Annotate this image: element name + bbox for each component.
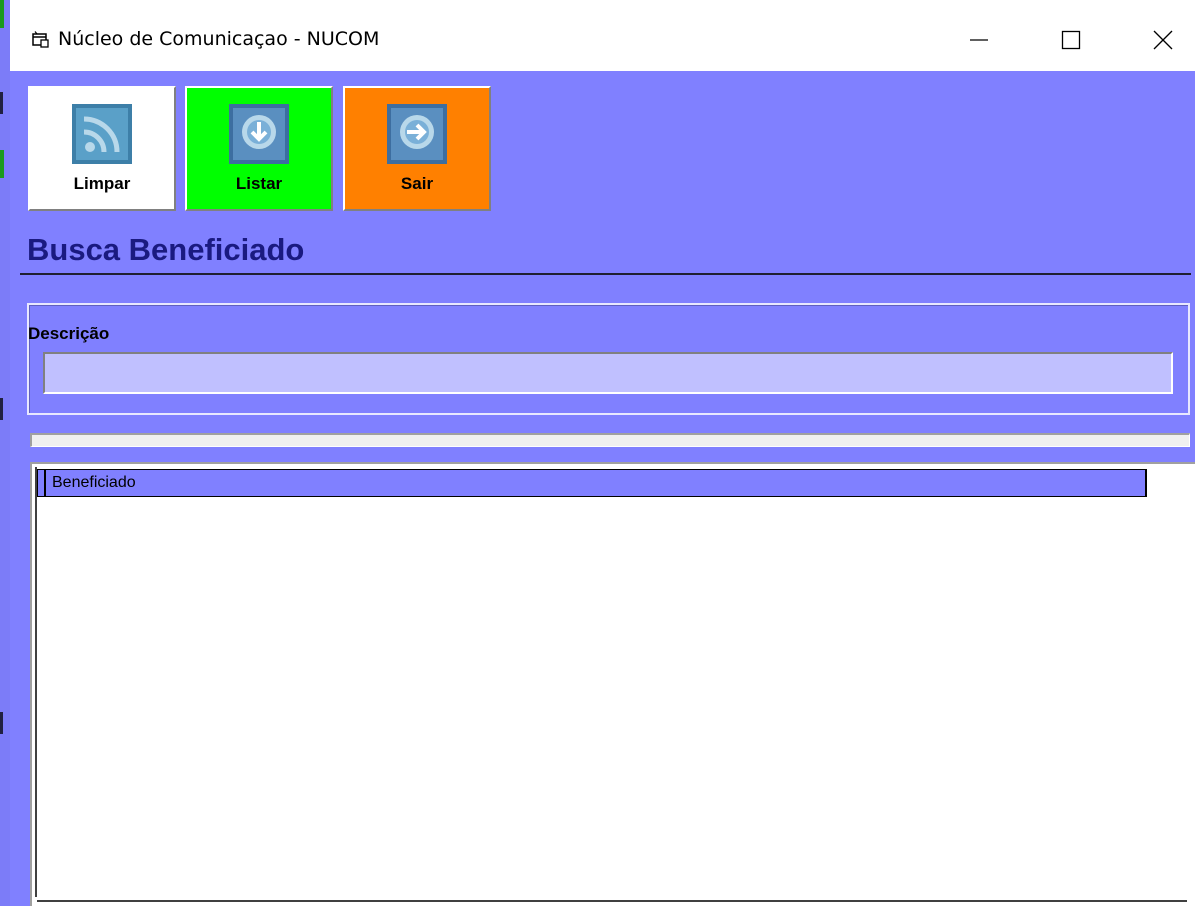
row-indicator-column (38, 470, 46, 496)
limpar-button[interactable]: Limpar (28, 86, 176, 211)
close-button[interactable] (1138, 20, 1188, 60)
minimize-button[interactable] (954, 20, 1004, 60)
edge-mark (0, 398, 3, 420)
grid-border (35, 467, 37, 897)
edge-mark (0, 0, 4, 28)
listar-button[interactable]: Listar (185, 86, 333, 211)
download-icon (229, 104, 289, 164)
title-bar[interactable]: Núcleo de Comunicaçao - NUCOM (10, 0, 1195, 71)
descricao-input[interactable] (43, 352, 1173, 394)
maximize-icon (1061, 30, 1081, 50)
window-title: Núcleo de Comunicaçao - NUCOM (58, 28, 380, 50)
grid-header: Beneficiado (37, 469, 1147, 497)
maximize-button[interactable] (1046, 20, 1096, 60)
rss-icon (72, 104, 132, 164)
page-title: Busca Beneficiado (27, 232, 305, 267)
edge-mark (0, 150, 4, 178)
minimize-icon (970, 39, 988, 41)
progress-bar (30, 433, 1190, 447)
sair-button[interactable]: Sair (343, 86, 491, 211)
grid-border (37, 900, 1187, 902)
descricao-label: Descrição (28, 324, 110, 343)
arrow-right-icon (387, 104, 447, 164)
column-header-beneficiado[interactable]: Beneficiado (52, 474, 136, 492)
results-grid[interactable]: Beneficiado (30, 462, 1195, 906)
limpar-label: Limpar (73, 174, 131, 193)
listar-label: Listar (235, 174, 283, 193)
edge-mark (0, 92, 3, 114)
app-window-icon (32, 31, 49, 48)
background-window-edge (0, 0, 10, 906)
sair-label: Sair (400, 174, 434, 193)
app-window: Núcleo de Comunicaçao - NUCOM Limpar Lis… (10, 0, 1195, 906)
close-icon (1153, 30, 1173, 50)
edge-mark (0, 712, 3, 734)
title-divider (20, 273, 1191, 275)
